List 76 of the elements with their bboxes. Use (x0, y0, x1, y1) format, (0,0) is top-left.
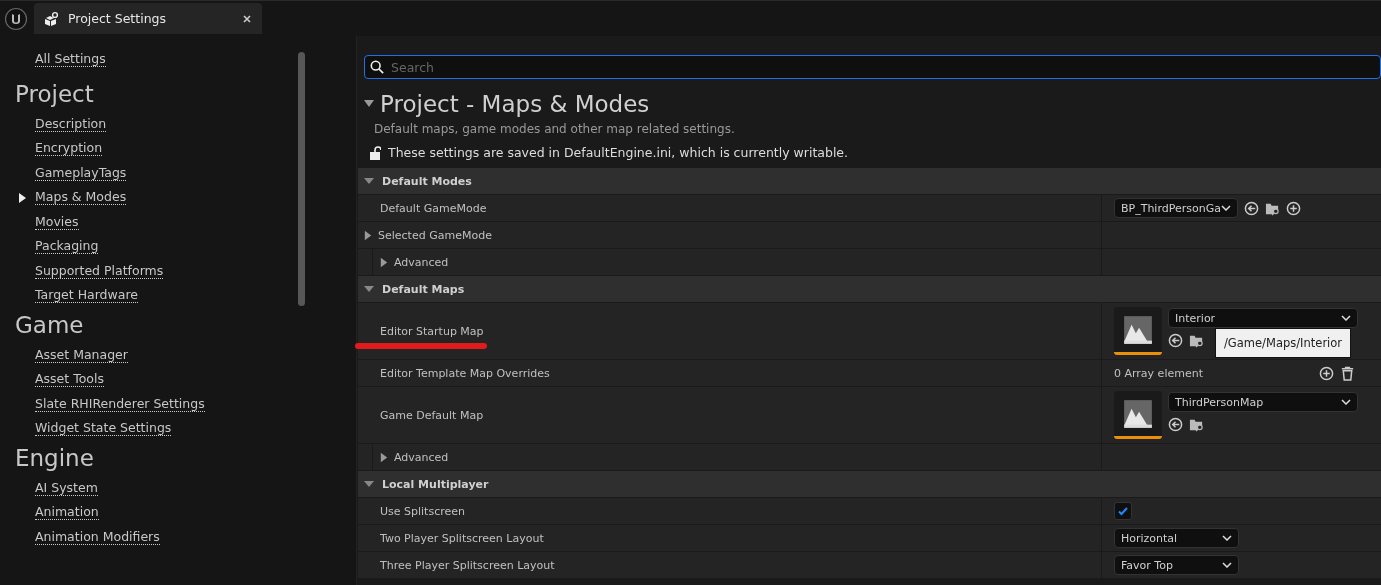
category-heading: Engine (15, 444, 95, 473)
plus-circle-icon[interactable] (1286, 200, 1301, 216)
property-label: Default GameMode (380, 201, 487, 215)
settings-link[interactable]: Maps & Modes (35, 190, 127, 206)
property-label: Advanced (394, 255, 449, 269)
expander-arrow-icon[interactable] (380, 451, 388, 463)
settings-link[interactable]: Animation (35, 505, 99, 521)
close-icon[interactable] (242, 13, 252, 24)
search-icon (370, 60, 384, 74)
map-dropdown[interactable]: Interior (1168, 308, 1358, 328)
scrollbar-thumb[interactable] (298, 52, 305, 306)
property-label: Two Player Splitscreen Layout (380, 531, 544, 545)
page-title: Project - Maps & Modes (380, 91, 650, 117)
folder-search-icon[interactable] (1189, 417, 1204, 432)
checkbox[interactable] (1114, 502, 1132, 520)
expander-arrow-icon[interactable] (364, 479, 374, 489)
settings-link[interactable]: Target Hardware (35, 288, 138, 304)
checkmark-icon (1117, 505, 1129, 517)
map-dropdown[interactable]: ThirdPersonMap (1168, 392, 1358, 412)
expander-arrow-icon[interactable] (364, 176, 374, 186)
category-header[interactable]: Default Modes (358, 168, 1381, 195)
property-label: Three Player Splitscreen Layout (380, 558, 555, 572)
arrow-circle-icon[interactable] (1244, 200, 1259, 216)
collapse-arrow-icon[interactable] (364, 100, 374, 108)
category-heading: Project (15, 80, 95, 109)
settings-link[interactable]: Supported Platforms (35, 263, 164, 279)
settings-link[interactable]: Encryption (35, 141, 103, 157)
settings-link[interactable]: Packaging (35, 239, 99, 255)
folder-search-icon[interactable] (1189, 333, 1204, 348)
project-settings-tab[interactable]: Project Settings (34, 3, 262, 34)
chevron-down-icon (1222, 535, 1232, 541)
arrow-circle-icon[interactable] (1168, 333, 1183, 348)
settings-link[interactable]: GameplayTags (35, 165, 127, 181)
property-label: Editor Startup Map (380, 324, 484, 338)
category-header[interactable]: Local Multiplayer (358, 471, 1381, 498)
layout-dropdown[interactable]: Favor Top (1114, 555, 1239, 575)
expander-arrow-icon[interactable] (364, 229, 372, 241)
search-field[interactable]: Search (364, 55, 1381, 79)
category-heading: Game (15, 311, 85, 340)
array-count: 0 Array element (1114, 366, 1203, 380)
settings-link[interactable]: Asset Tools (35, 372, 104, 388)
unlocked-padlock-icon (369, 145, 381, 160)
cubes-gear-icon (44, 10, 60, 27)
settings-link[interactable]: Animation Modifiers (35, 529, 160, 545)
layout-dropdown[interactable]: Horizontal (1114, 528, 1239, 548)
expander-arrow-icon[interactable] (380, 256, 388, 268)
all-settings-link[interactable]: All Settings (35, 52, 106, 67)
expander-arrow-icon[interactable] (364, 284, 374, 294)
settings-link[interactable]: Movies (35, 214, 79, 230)
map-thumbnail[interactable] (1114, 391, 1162, 439)
property-label: Editor Template Map Overrides (380, 366, 550, 380)
chevron-down-icon (1341, 399, 1351, 405)
settings-link[interactable]: Asset Manager (35, 347, 128, 363)
mountain-icon (1122, 397, 1154, 430)
mountain-icon (1122, 313, 1154, 346)
property-label: Use Splitscreen (380, 504, 465, 518)
category-header[interactable]: Default Maps (358, 276, 1381, 303)
page-description: Default maps, game modes and other map related settings. (374, 122, 736, 136)
chevron-down-icon (1221, 205, 1231, 211)
engine-logo-icon[interactable] (4, 6, 28, 31)
property-label: Selected GameMode (378, 228, 492, 242)
property-label: Advanced (394, 450, 449, 464)
settings-link[interactable]: AI System (35, 480, 98, 496)
settings-link[interactable]: Slate RHIRenderer Settings (35, 396, 205, 412)
trash-icon[interactable] (1340, 365, 1355, 381)
gamemode-dropdown[interactable]: BP_ThirdPersonGa (1114, 198, 1238, 218)
chevron-down-icon (1341, 315, 1351, 321)
settings-link[interactable]: Description (35, 116, 107, 132)
map-thumbnail[interactable] (1114, 307, 1162, 355)
config-note: These settings are saved in DefaultEngine.ini, which is currently writable. (388, 145, 849, 160)
path-tooltip: /Game/Maps/Interior (1215, 328, 1352, 358)
property-label: Game Default Map (380, 408, 484, 422)
settings-link[interactable]: Widget State Settings (35, 421, 172, 437)
arrow-circle-icon[interactable] (1168, 417, 1183, 432)
chevron-down-icon (1222, 562, 1232, 568)
plus-circle-icon[interactable] (1319, 365, 1334, 381)
